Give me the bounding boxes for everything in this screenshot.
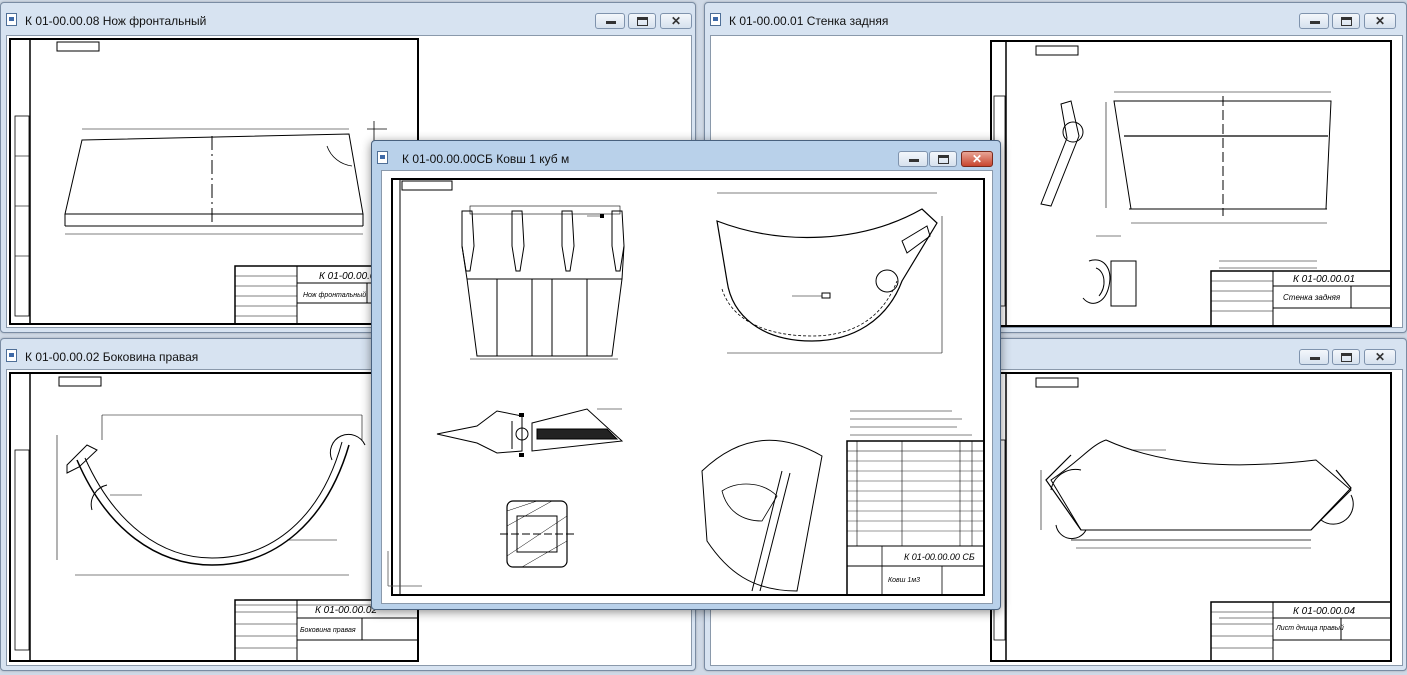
drawing-window-kovsh-assembly[interactable]: К 01-00.00.00СБ Ковш 1 куб м ✕ К 01-00.0…	[371, 140, 1001, 610]
maximize-button[interactable]	[929, 151, 957, 167]
minimize-icon	[1310, 357, 1320, 360]
title-block-name: Ковш 1м3	[888, 577, 920, 584]
window-title: К 01-00.00.01 Стенка задняя	[729, 14, 889, 28]
maximize-button[interactable]	[1332, 13, 1360, 29]
maximize-icon	[1341, 17, 1352, 26]
minimize-icon	[606, 21, 616, 24]
title-block-code: К 01-00.00.01	[1293, 274, 1355, 285]
close-icon: ✕	[971, 152, 983, 166]
minimize-icon	[1310, 21, 1320, 24]
window-titlebar[interactable]: К 01-00.00.08 Нож фронтальный ✕	[1, 3, 695, 33]
maximize-button[interactable]	[1332, 349, 1360, 365]
drawing-sheet: К 01-00.00.00 СБ Ковш 1м3	[387, 178, 985, 596]
maximize-button[interactable]	[628, 13, 656, 29]
window-title: К 01-00.00.00СБ Ковш 1 куб м	[402, 152, 570, 166]
minimize-button[interactable]	[1299, 13, 1329, 29]
drawing-canvas[interactable]: К 01-00.00.00 СБ Ковш 1м3	[381, 170, 993, 604]
document-icon	[377, 151, 388, 164]
document-icon	[6, 13, 17, 26]
minimize-button[interactable]	[595, 13, 625, 29]
document-icon	[6, 349, 17, 362]
maximize-icon	[637, 17, 648, 26]
maximize-icon	[1341, 353, 1352, 362]
close-button[interactable]: ✕	[1364, 13, 1396, 29]
window-titlebar[interactable]: К 01-00.00.01 Стенка задняя ✕	[705, 3, 1406, 33]
title-block-code: К 01-00.00.02	[315, 605, 377, 616]
title-block-code: К 01-00.00.04	[1293, 606, 1355, 617]
title-block-code: К 01-00.00.00 СБ	[904, 552, 975, 562]
document-icon	[710, 13, 721, 26]
title-block-name: Нож фронтальный	[303, 291, 366, 299]
minimize-button[interactable]	[1299, 349, 1329, 365]
close-icon: ✕	[1374, 14, 1386, 28]
close-icon: ✕	[1374, 350, 1386, 364]
window-titlebar[interactable]: К 01-00.00.00СБ Ковш 1 куб м ✕	[372, 141, 1000, 171]
title-block-name: Лист днища правый	[1275, 624, 1344, 632]
minimize-button[interactable]	[898, 151, 928, 167]
close-icon: ✕	[670, 14, 682, 28]
close-button[interactable]: ✕	[961, 151, 993, 167]
window-title: К 01-00.00.02 Боковина правая	[25, 350, 199, 364]
window-title: К 01-00.00.08 Нож фронтальный	[25, 14, 207, 28]
close-button[interactable]: ✕	[1364, 349, 1396, 365]
maximize-icon	[938, 155, 949, 164]
title-block-name: Стенка задняя	[1283, 293, 1341, 302]
title-block-name: Боковина правая	[300, 627, 356, 634]
minimize-icon	[909, 159, 919, 162]
close-button[interactable]: ✕	[660, 13, 692, 29]
